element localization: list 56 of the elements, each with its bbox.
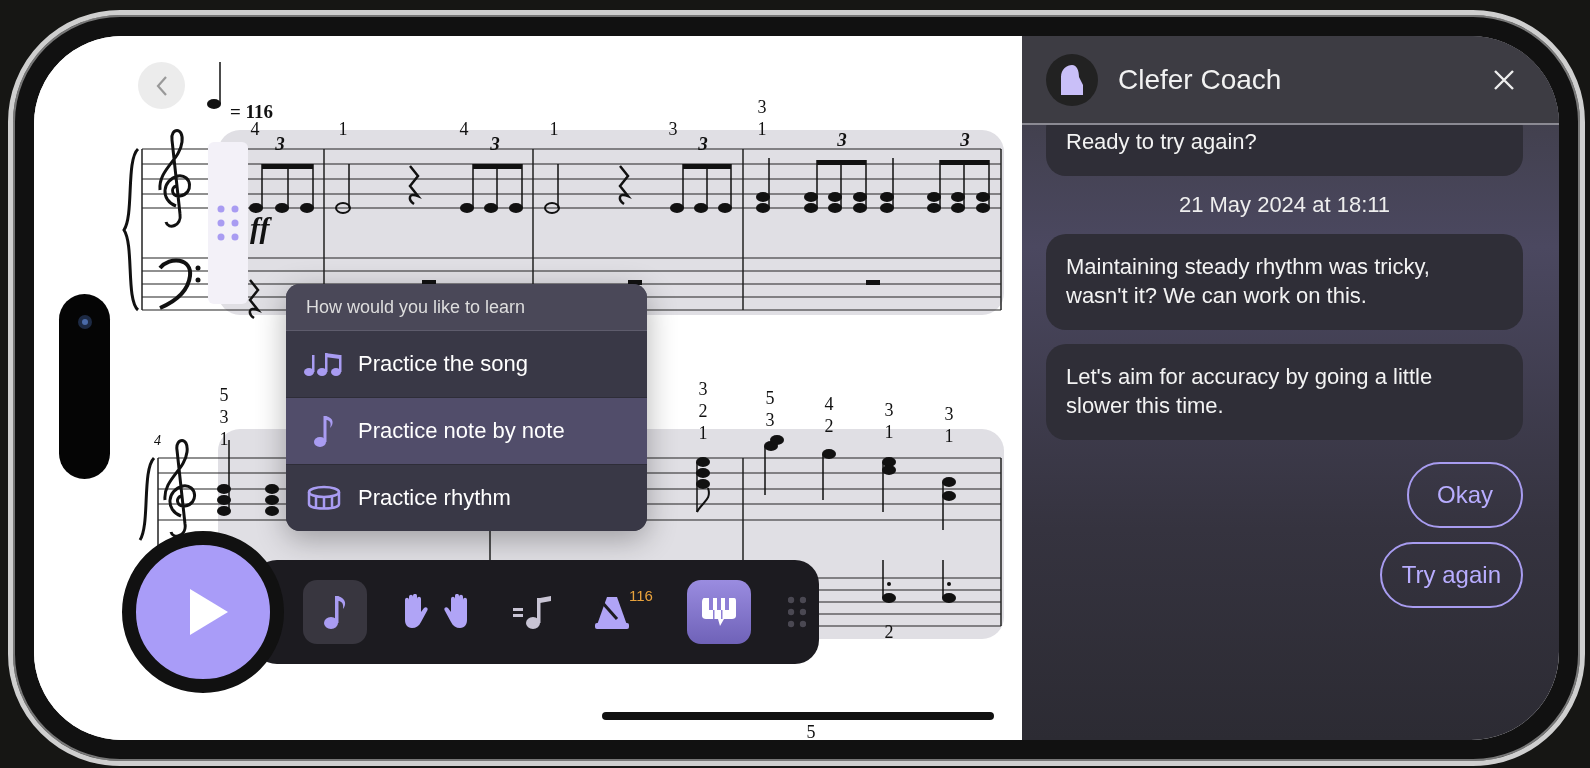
fingering-number: 3 — [765, 410, 775, 430]
fingering-number: 1 — [338, 119, 348, 139]
grip-icon — [217, 205, 239, 241]
triplet-mark: 3 — [275, 133, 285, 154]
fingering-number: 4 — [459, 119, 469, 139]
note-icon — [323, 594, 347, 630]
measure-number: 4 — [154, 433, 161, 448]
fingering-number: 5 — [806, 722, 816, 740]
reply-button[interactable]: Okay — [1407, 462, 1523, 528]
fingering-number: 2 — [698, 401, 708, 421]
tempo-label: 116 — [629, 587, 653, 604]
drag-handle[interactable] — [208, 142, 248, 304]
fingering-number: 1 — [757, 119, 767, 139]
fingering-number: 2 — [824, 416, 834, 436]
camera-icon — [76, 314, 93, 330]
fingering-number: 3 — [757, 97, 767, 117]
toolbar-button[interactable]: 116 — [587, 580, 661, 644]
triplet-mark: 3 — [490, 133, 500, 154]
triplet-mark: 3 — [698, 133, 708, 154]
fingering-number: 3 — [219, 407, 229, 427]
fingering-number: 1 — [549, 119, 559, 139]
grip-icon — [787, 596, 806, 628]
back-icon — [154, 74, 169, 97]
coach-title: Clefer Coach — [1118, 63, 1283, 96]
tempo-note-icon — [513, 594, 553, 630]
close-icon — [1493, 68, 1515, 91]
fingering-number: 3 — [884, 400, 894, 420]
menu-item[interactable]: Practice rhythm — [286, 464, 647, 531]
reply-button[interactable]: Try again — [1379, 542, 1523, 608]
fingering-number: 1 — [884, 422, 894, 442]
chat-message: Maintaining steady rhythm was tricky, wasn't it? We can work on this. — [1046, 234, 1523, 330]
notes-icon — [304, 351, 344, 377]
fingering-number: 4 — [250, 119, 260, 139]
dynamic-marking: ff — [250, 211, 270, 244]
fingering-number: 1 — [219, 429, 229, 449]
toolbar-button[interactable] — [686, 580, 751, 644]
toolbar-button[interactable] — [303, 580, 367, 644]
menu-title: How would you like to learn — [286, 284, 647, 331]
fingering-number: 5 — [219, 385, 229, 405]
fingering-number: 1 — [698, 423, 708, 443]
fingering-number: 4 — [824, 394, 834, 414]
chat-message: Ready to try again? — [1046, 125, 1523, 176]
message-timestamp: 21 May 2024 at 18:11 — [1177, 191, 1392, 219]
fingering-number: 5 — [765, 388, 775, 408]
fingering-number: 3 — [668, 119, 678, 139]
fingering-number: 1 — [944, 426, 954, 446]
fingering-number: 3 — [944, 404, 954, 424]
triplet-mark: 3 — [960, 129, 970, 150]
chat-message: Let's aim for accuracy by going a little slower this time. — [1046, 344, 1523, 440]
menu-item[interactable]: Practice note by note — [286, 397, 647, 464]
menu-item[interactable]: Practice the song — [286, 331, 647, 397]
tempo-marking: = 116 — [230, 101, 274, 122]
fingering-number: 2 — [884, 622, 894, 642]
fingering-number: 3 — [698, 379, 708, 399]
triplet-mark: 3 — [837, 129, 847, 150]
piano-icon — [1059, 64, 1085, 95]
